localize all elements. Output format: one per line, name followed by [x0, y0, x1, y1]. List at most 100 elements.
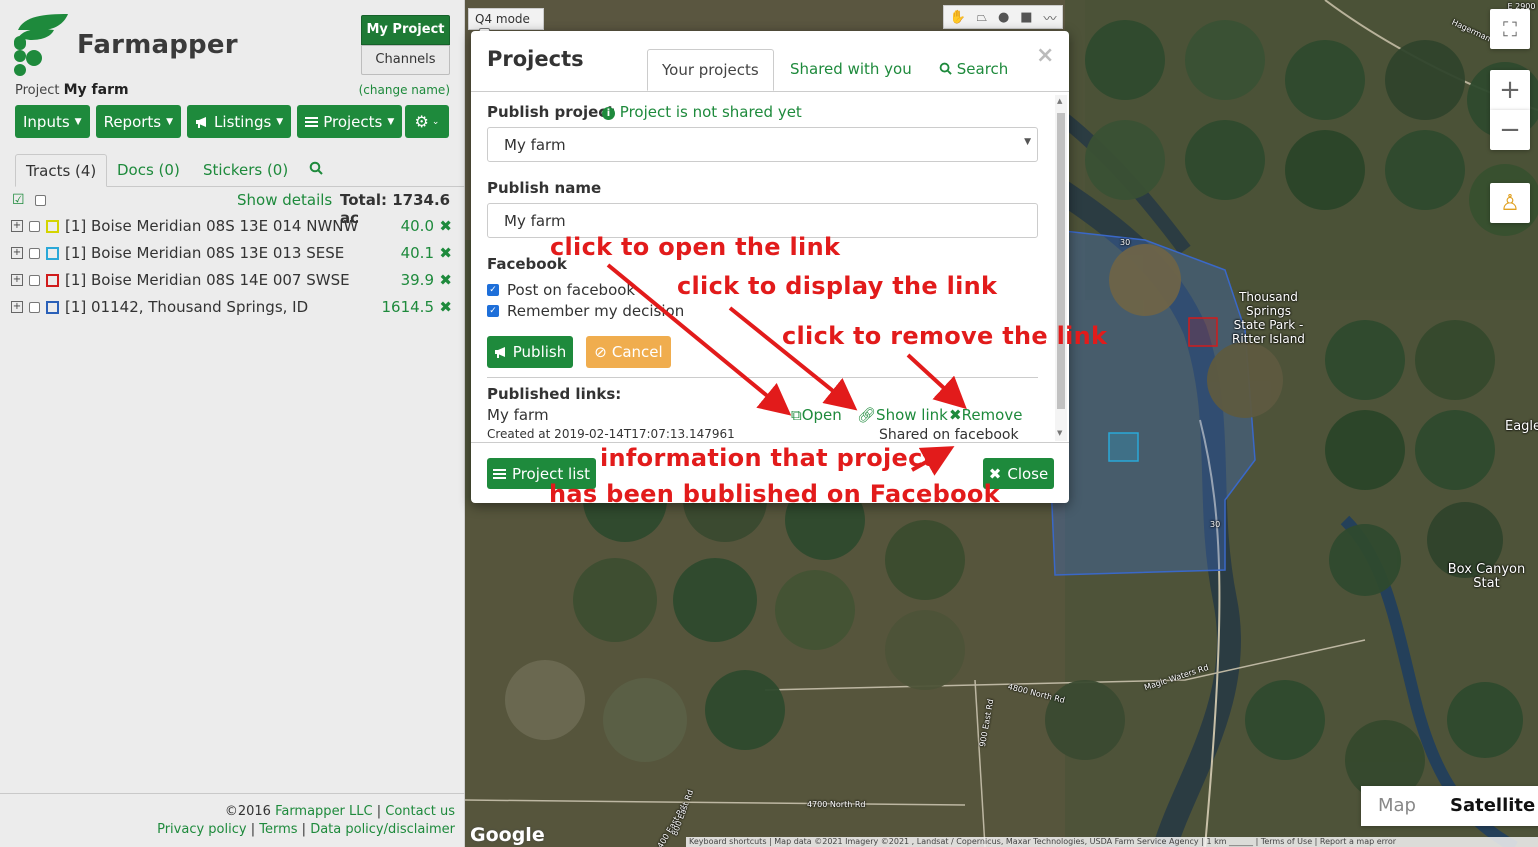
tab-docs[interactable]: Docs (0)	[107, 154, 190, 187]
circle-icon[interactable]: ●	[998, 10, 1009, 25]
list-icon	[492, 468, 506, 479]
tract-color-swatch[interactable]	[46, 246, 59, 260]
tract-checkbox[interactable]	[29, 247, 40, 259]
privacy-link[interactable]: Privacy policy	[157, 822, 246, 837]
remove-link-button[interactable]: ✖Remove	[949, 406, 1022, 424]
settings-button[interactable]: ⚙ ⌄	[405, 105, 449, 138]
inputs-menu-button[interactable]: Inputs ▼	[15, 105, 90, 138]
tract-color-swatch[interactable]	[46, 273, 59, 287]
annotation-display-link: click to display the link	[677, 272, 998, 300]
tab-your-projects[interactable]: Your projects	[647, 49, 774, 91]
map-type-map[interactable]: Map	[1361, 786, 1433, 826]
expand-icon[interactable]: +	[11, 220, 23, 232]
publish-name-label: Publish name	[487, 179, 602, 197]
map-type-satellite[interactable]: Satellite	[1433, 786, 1538, 826]
fullscreen-icon[interactable]: ⛶	[1490, 9, 1530, 49]
show-link-button[interactable]: 🔗︎Show link	[857, 406, 948, 424]
remove-label: Remove	[961, 406, 1023, 424]
tract-name[interactable]: [1] Boise Meridian 08S 14E 007 SWSE	[65, 271, 350, 289]
tract-row[interactable]: + [1] 01142, Thousand Springs, ID 1614.5…	[11, 296, 456, 318]
company-link[interactable]: Farmapper LLC	[275, 804, 373, 819]
expand-icon[interactable]: +	[11, 301, 23, 313]
post-on-facebook-label[interactable]: Post on facebook	[507, 281, 635, 299]
published-link-created: Created at 2019-02-14T17:07:13.147961	[487, 427, 735, 441]
publish-project-label: Publish project	[487, 103, 615, 121]
map-label-north-4700: 4700 North Rd	[807, 800, 866, 809]
polygon-icon[interactable]: ⏢	[977, 10, 987, 25]
publish-button[interactable]: Publish	[487, 336, 573, 368]
q4-mode-toggle[interactable]: Q4 mode	[468, 8, 544, 39]
reports-menu-button[interactable]: Reports ▼	[95, 105, 182, 138]
post-on-facebook-checkbox[interactable]: ✓	[487, 284, 499, 296]
my-project-button[interactable]: My Project	[361, 15, 450, 45]
zoom-out-button[interactable]: −	[1490, 110, 1530, 150]
polyline-icon[interactable]: 〰	[1043, 8, 1056, 27]
projects-modal: Projects Your projects Shared with you S…	[471, 31, 1069, 503]
post-on-facebook-option[interactable]: ✓ Post on facebook	[487, 281, 635, 299]
tab-tracts[interactable]: Tracts (4)	[15, 154, 108, 187]
tab-stickers[interactable]: Stickers (0)	[193, 154, 298, 187]
terms-link[interactable]: Terms	[259, 822, 297, 837]
scrollbar-thumb[interactable]	[1057, 113, 1065, 409]
section-divider	[487, 377, 1038, 378]
footer-divider	[0, 793, 465, 794]
tract-row[interactable]: + [1] Boise Meridian 08S 13E 013 SESE 40…	[11, 242, 456, 264]
scroll-down-icon[interactable]: ▼	[1057, 429, 1062, 437]
tract-area: 1614.5	[381, 298, 435, 316]
delete-icon[interactable]: ✖	[439, 298, 452, 316]
listings-menu-button[interactable]: Listings ▼	[187, 105, 292, 138]
search-icon	[939, 62, 952, 75]
link-icon: 🔗︎	[857, 406, 877, 424]
modal-scrollbar[interactable]: ▲ ▼	[1055, 95, 1067, 441]
project-select[interactable]: My farm ▼	[487, 127, 1038, 162]
check-all-icon[interactable]: ☑	[12, 192, 25, 208]
scroll-up-icon[interactable]: ▲	[1057, 97, 1062, 105]
modal-title: Projects	[487, 47, 584, 71]
remove-icon: ✖	[949, 406, 962, 424]
tract-row[interactable]: + [1] Boise Meridian 08S 13E 014 NWNW 40…	[11, 215, 456, 237]
tract-checkbox[interactable]	[29, 220, 40, 232]
tract-name[interactable]: [1] Boise Meridian 08S 13E 014 NWNW	[65, 217, 358, 235]
expand-icon[interactable]: +	[11, 274, 23, 286]
tract-color-swatch[interactable]	[46, 300, 59, 314]
show-details-link[interactable]: Show details	[237, 191, 332, 209]
remember-decision-label[interactable]: Remember my decision	[507, 302, 684, 320]
tab-shared-with-you[interactable]: Shared with you	[776, 49, 926, 91]
open-link-button[interactable]: ⧉Open	[791, 406, 842, 424]
expand-icon[interactable]: +	[11, 247, 23, 259]
remember-decision-checkbox[interactable]: ✓	[487, 305, 499, 317]
delete-icon[interactable]: ✖	[439, 244, 452, 262]
published-link-name: My farm	[487, 406, 549, 424]
change-name-link[interactable]: (change name)	[359, 83, 450, 97]
tab-search[interactable]: Search	[925, 49, 1022, 91]
tract-name[interactable]: [1] Boise Meridian 08S 13E 013 SESE	[65, 244, 344, 262]
search-icon[interactable]	[299, 154, 333, 187]
zoom-in-button[interactable]: +	[1490, 70, 1530, 110]
tract-color-swatch[interactable]	[46, 219, 59, 233]
tract-area: 40.1	[400, 244, 434, 262]
published-links-label: Published links:	[487, 385, 622, 403]
tract-area: 40.0	[400, 217, 434, 235]
contact-link[interactable]: Contact us	[385, 804, 455, 819]
tract-row[interactable]: + [1] Boise Meridian 08S 14E 007 SWSE 39…	[11, 269, 456, 291]
remember-decision-option[interactable]: ✓ Remember my decision	[487, 302, 684, 320]
annotation-info-line1: information that project	[600, 444, 935, 472]
tract-name[interactable]: [1] 01142, Thousand Springs, ID	[65, 298, 308, 316]
caret-down-icon: ▼	[166, 116, 174, 127]
projects-menu-button[interactable]: Projects ▼	[297, 105, 403, 138]
uncheck-all-checkbox[interactable]	[35, 195, 46, 206]
sidebar-tabs: Tracts (4) Docs (0) Stickers (0)	[15, 154, 465, 187]
bullhorn-icon	[196, 116, 207, 128]
tract-checkbox[interactable]	[29, 301, 40, 313]
close-icon[interactable]: ×	[1036, 43, 1054, 68]
cancel-button[interactable]: ⊘ Cancel	[586, 336, 671, 368]
hand-icon[interactable]: ✋	[949, 10, 965, 25]
delete-icon[interactable]: ✖	[439, 217, 452, 235]
tract-checkbox[interactable]	[29, 274, 40, 286]
data-policy-link[interactable]: Data policy/disclaimer	[310, 822, 455, 837]
channels-button[interactable]: Channels	[361, 45, 450, 75]
rectangle-icon[interactable]: ■	[1020, 10, 1032, 25]
pegman-icon[interactable]: ♙	[1490, 183, 1530, 223]
map-attribution[interactable]: Keyboard shortcuts | Map data ©2021 Imag…	[686, 837, 1538, 847]
delete-icon[interactable]: ✖	[439, 271, 452, 289]
